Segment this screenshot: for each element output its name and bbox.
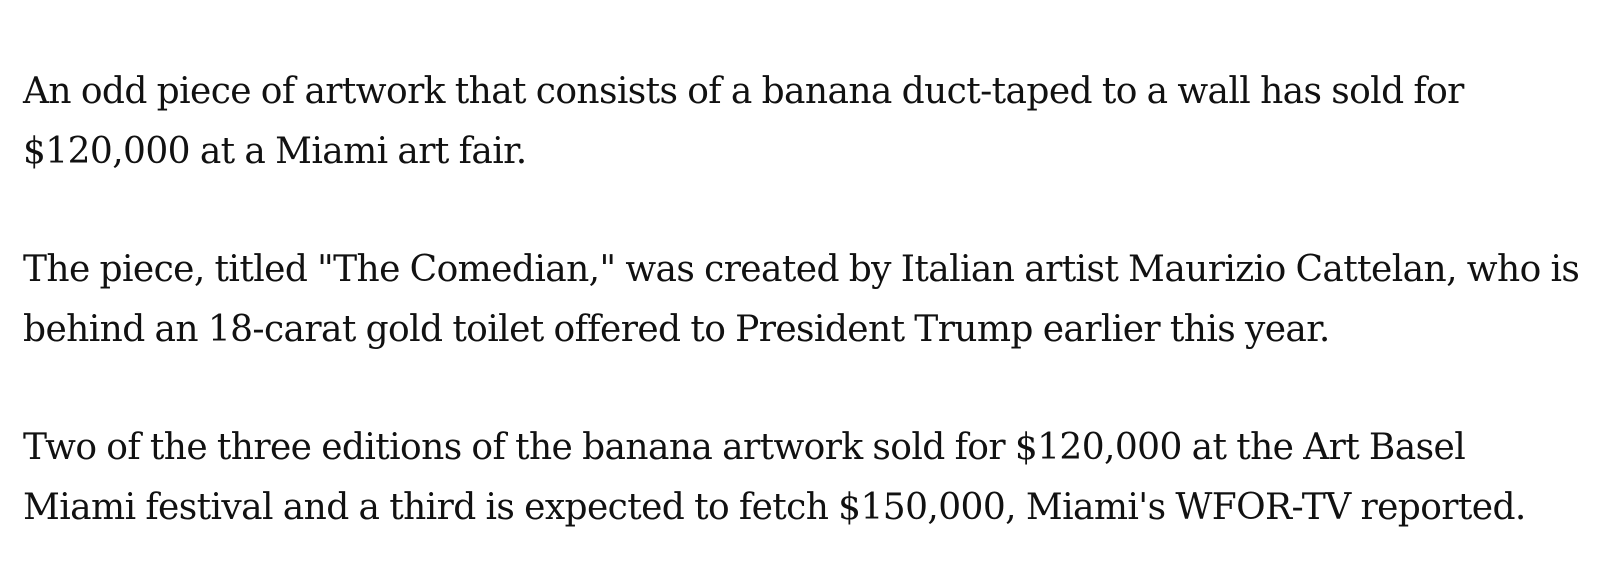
article-paragraph-3: Two of the three editions of the banana … (23, 427, 1526, 528)
article-body: An odd piece of artwork that consists of… (0, 0, 1602, 538)
article-paragraph-1: An odd piece of artwork that consists of… (23, 71, 1464, 172)
article-paragraph-2: The piece, titled "The Comedian," was cr… (23, 249, 1580, 350)
